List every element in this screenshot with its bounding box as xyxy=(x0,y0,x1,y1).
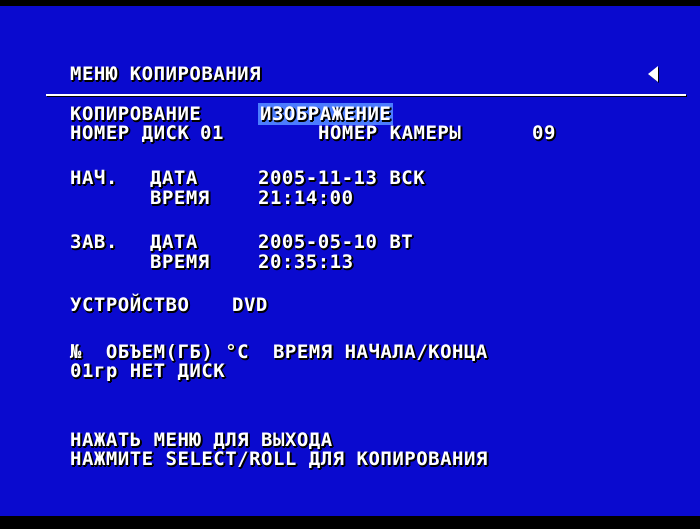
camera-number-label: НОМЕР КАМЕРЫ xyxy=(318,122,462,144)
start-time-value[interactable]: 21:14:00 xyxy=(258,188,354,208)
copy-mode-label: КОПИРОВАНИЕ xyxy=(70,103,202,125)
end-label: ЗАВ. xyxy=(70,231,118,253)
end-date-value[interactable]: 2005-05-10 ВТ xyxy=(258,232,413,252)
end-time-value[interactable]: 20:35:13 xyxy=(258,252,354,272)
disk-table-row: 01гр НЕТ ДИСК xyxy=(70,360,226,382)
start-date-label: ДАТА xyxy=(150,167,198,189)
disk-number-label: НОМЕР ДИСК xyxy=(70,122,190,144)
start-time-label: ВРЕМЯ xyxy=(150,187,210,209)
start-label: НАЧ. xyxy=(70,167,118,189)
menu-title: МЕНЮ КОПИРОВАНИЯ xyxy=(70,63,262,85)
end-time-label: ВРЕМЯ xyxy=(150,251,210,273)
disk-number-value[interactable]: 01 xyxy=(200,123,224,143)
device-value[interactable]: DVD xyxy=(232,295,268,315)
copy-menu-panel: МЕНЮ КОПИРОВАНИЯ КОПИРОВАНИЕ ИЗОБРАЖЕНИЕ… xyxy=(0,6,700,516)
back-arrow-icon[interactable] xyxy=(648,66,658,82)
camera-number-value[interactable]: 09 xyxy=(532,123,556,143)
help-copy-text: НАЖМИТЕ SELECT/ROLL ДЛЯ КОПИРОВАНИЯ xyxy=(70,448,488,470)
device-label: УСТРОЙСТВО xyxy=(70,294,190,316)
disk-table-header: № ОБЪЕМ(ГБ) °C ВРЕМЯ НАЧАЛА/КОНЦА xyxy=(70,341,488,363)
start-date-value[interactable]: 2005-11-13 ВСК xyxy=(258,168,425,188)
help-exit-text: НАЖАТЬ МЕНЮ ДЛЯ ВЫХОДА xyxy=(70,429,333,451)
dvr-screen: МЕНЮ КОПИРОВАНИЯ КОПИРОВАНИЕ ИЗОБРАЖЕНИЕ… xyxy=(0,0,700,529)
end-date-label: ДАТА xyxy=(150,231,198,253)
title-divider xyxy=(46,94,686,96)
copy-mode-value[interactable]: ИЗОБРАЖЕНИЕ xyxy=(258,103,394,125)
